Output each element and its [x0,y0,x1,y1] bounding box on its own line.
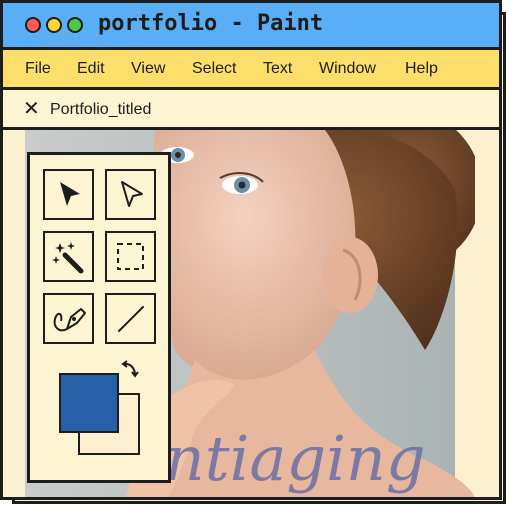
minimize-window-button[interactable] [46,17,62,33]
pen-tool-icon [53,308,86,332]
tool-panel [27,152,171,483]
marquee-select-tool-button[interactable] [105,231,156,282]
close-window-button[interactable] [25,17,41,33]
menu-text[interactable]: Text [263,60,292,78]
selection-arrow-icon [60,182,80,206]
menu-edit[interactable]: Edit [77,60,105,78]
pen-tool-button[interactable] [43,293,94,344]
menubar: File Edit View Select Text Window Help [3,50,499,90]
window-title: portfolio - Paint [98,11,324,36]
document-tab[interactable]: Portfolio_titled [50,101,151,119]
menu-view[interactable]: View [131,60,165,78]
menu-select[interactable]: Select [192,60,236,78]
document-tab-bar: ✕ Portfolio_titled [3,90,499,130]
direct-selection-arrow-icon [121,181,143,207]
menu-file[interactable]: File [25,60,51,78]
foreground-color-swatch[interactable] [59,373,119,433]
direct-selection-tool-button[interactable] [105,169,156,220]
paint-window: portfolio - Paint File Edit View Select … [0,0,502,500]
menu-help[interactable]: Help [405,60,438,78]
selection-tool-button[interactable] [43,169,94,220]
line-tool-icon [118,306,144,332]
titlebar: portfolio - Paint [3,3,499,50]
marquee-select-icon [117,243,144,270]
maximize-window-button[interactable] [67,17,83,33]
magic-wand-tool-button[interactable] [43,231,94,282]
close-tab-icon[interactable]: ✕ [23,98,40,118]
swap-colors-icon[interactable] [120,360,140,380]
line-tool-button[interactable] [105,293,156,344]
magic-wand-icon [52,242,84,274]
menu-window[interactable]: Window [319,60,376,78]
